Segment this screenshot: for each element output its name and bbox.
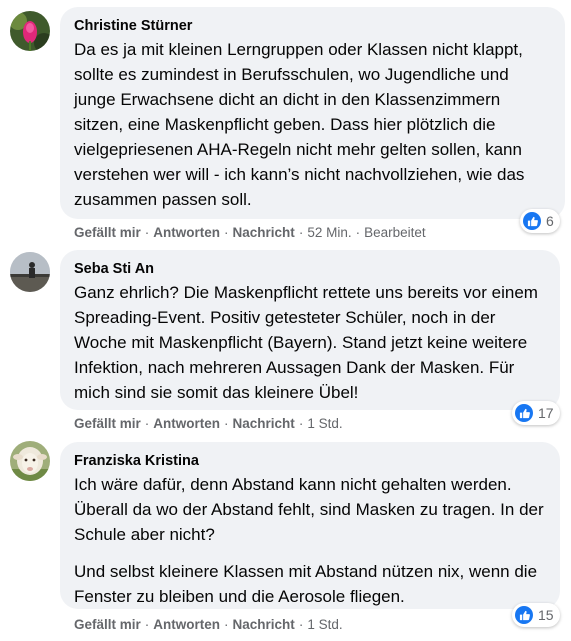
pink-flower-avatar[interactable]: [10, 11, 50, 51]
message-link[interactable]: Nachricht: [233, 617, 295, 632]
comment-actions: Gefällt mir · Antworten · Nachricht · 52 Min. ·…: [74, 225, 426, 240]
message-link[interactable]: Nachricht: [233, 416, 295, 431]
reaction-count-badge[interactable]: 17: [512, 401, 560, 425]
comment-text: Ich wäre dafür, denn Abstand kann nicht …: [74, 472, 546, 609]
separator-dot: ·: [144, 617, 150, 632]
person-landscape-avatar[interactable]: [10, 252, 50, 292]
separator-dot: ·: [224, 416, 229, 431]
comment-bubble: Christine Stürner Da es ja mit kleinen L…: [60, 7, 565, 219]
separator-dot: ·: [144, 416, 150, 431]
like-link[interactable]: Gefällt mir: [74, 225, 141, 240]
edited-label: Bearbeitet: [364, 225, 426, 240]
thumbs-up-icon: [515, 404, 533, 422]
separator-dot: ·: [224, 225, 229, 240]
reaction-count: 6: [546, 213, 554, 229]
like-link[interactable]: Gefällt mir: [74, 416, 141, 431]
timestamp[interactable]: 1 Std.: [307, 416, 342, 431]
thumbs-up-icon: [523, 212, 541, 230]
reply-link[interactable]: Antworten: [153, 225, 220, 240]
message-link[interactable]: Nachricht: [233, 225, 295, 240]
separator-dot: ·: [355, 225, 361, 240]
comment-text: Ganz ehrlich? Die Maskenpflicht rettete …: [74, 280, 546, 405]
comment-bubble: Franziska Kristina Ich wäre dafür, denn …: [60, 442, 560, 609]
comment-paragraph: Ich wäre dafür, denn Abstand kann nicht …: [74, 475, 544, 544]
comment-actions: Gefällt mir · Antworten · Nachricht · 1 Std.: [74, 416, 343, 431]
comment-paragraph: Da es ja mit kleinen Lerngruppen oder Kl…: [74, 40, 525, 209]
separator-dot: ·: [224, 617, 229, 632]
like-link[interactable]: Gefällt mir: [74, 617, 141, 632]
sheep-avatar[interactable]: [10, 441, 50, 481]
reaction-count-badge[interactable]: 6: [520, 209, 560, 233]
timestamp[interactable]: 52 Min.: [307, 225, 351, 240]
separator-dot: ·: [298, 617, 304, 632]
reaction-count: 15: [538, 607, 554, 623]
reaction-count: 17: [538, 405, 554, 421]
reaction-count-badge[interactable]: 15: [512, 603, 560, 627]
reply-link[interactable]: Antworten: [153, 617, 220, 632]
separator-dot: ·: [298, 225, 304, 240]
comment-author[interactable]: Seba Sti An: [74, 260, 546, 278]
comment-bubble: Seba Sti An Ganz ehrlich? Die Maskenpfli…: [60, 250, 560, 410]
comment-paragraph: Ganz ehrlich? Die Maskenpflicht rettete …: [74, 283, 538, 402]
reply-link[interactable]: Antworten: [153, 416, 220, 431]
thumbs-up-icon: [515, 606, 533, 624]
comment-author[interactable]: Franziska Kristina: [74, 452, 546, 470]
separator-dot: ·: [298, 416, 304, 431]
comment-author[interactable]: Christine Stürner: [74, 17, 551, 35]
comment-paragraph: Und selbst kleinere Klassen mit Abstand …: [74, 562, 538, 606]
separator-dot: ·: [144, 225, 150, 240]
comment-text: Da es ja mit kleinen Lerngruppen oder Kl…: [74, 37, 551, 212]
timestamp[interactable]: 1 Std.: [307, 617, 342, 632]
comment-actions: Gefällt mir · Antworten · Nachricht · 1 Std.: [74, 617, 343, 632]
